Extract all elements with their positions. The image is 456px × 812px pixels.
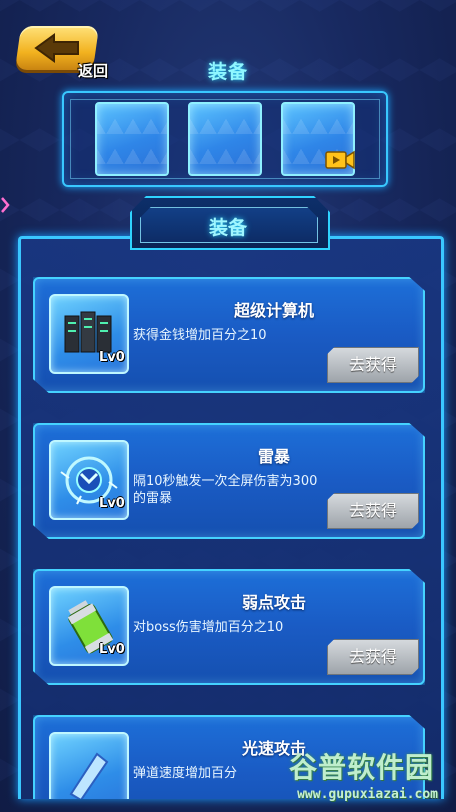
item-description: 对boss伤害增加百分之10 (133, 620, 284, 635)
item-level: Lv0 (99, 350, 125, 365)
list-item: Lv0 雷暴 隔10秒触发一次全屏伤害为300的雷暴 去获得 (33, 423, 425, 539)
video-ad-icon[interactable] (325, 150, 355, 170)
list-item: Lv0 超级计算机 获得金钱增加百分之10 去获得 (33, 277, 425, 393)
equip-slot-2[interactable] (188, 102, 262, 176)
obtain-button[interactable]: 去获得 (327, 639, 419, 675)
item-name: 弱点攻击 (241, 593, 306, 612)
equipment-list[interactable]: Lv0 超级计算机 获得金钱增加百分之10 去获得 Lv0 雷暴 隔10秒触发一… (18, 236, 444, 799)
equip-slot-panel (62, 91, 388, 187)
list-item: Lv0 弱点攻击 对boss伤害增加百分之10 去获得 (33, 569, 425, 685)
item-description: 隔10秒触发一次全屏伤害为300的雷暴 (133, 474, 318, 506)
equip-slot-1[interactable] (95, 102, 169, 176)
item-name: 超级计算机 (233, 301, 314, 320)
page-title: 装备 (207, 61, 248, 83)
watermark-brand: 谷普软件园 (288, 751, 434, 784)
watermark: 谷普软件园 www.gupuxiazai.com (238, 751, 448, 808)
obtain-button[interactable]: 去获得 (327, 493, 419, 529)
equip-slot-3[interactable] (281, 102, 355, 176)
list-tab-label: 装备 (208, 217, 247, 239)
item-level: Lv0 (99, 642, 125, 657)
side-drawer-arrow-icon[interactable] (0, 196, 10, 214)
item-level: Lv0 (99, 496, 125, 511)
item-name: 雷暴 (257, 447, 290, 466)
obtain-button[interactable]: 去获得 (327, 347, 419, 383)
item-description: 获得金钱增加百分之10 (133, 328, 267, 343)
watermark-url: www.gupuxiazai.com (297, 787, 438, 802)
blue-blade-icon (49, 732, 129, 799)
